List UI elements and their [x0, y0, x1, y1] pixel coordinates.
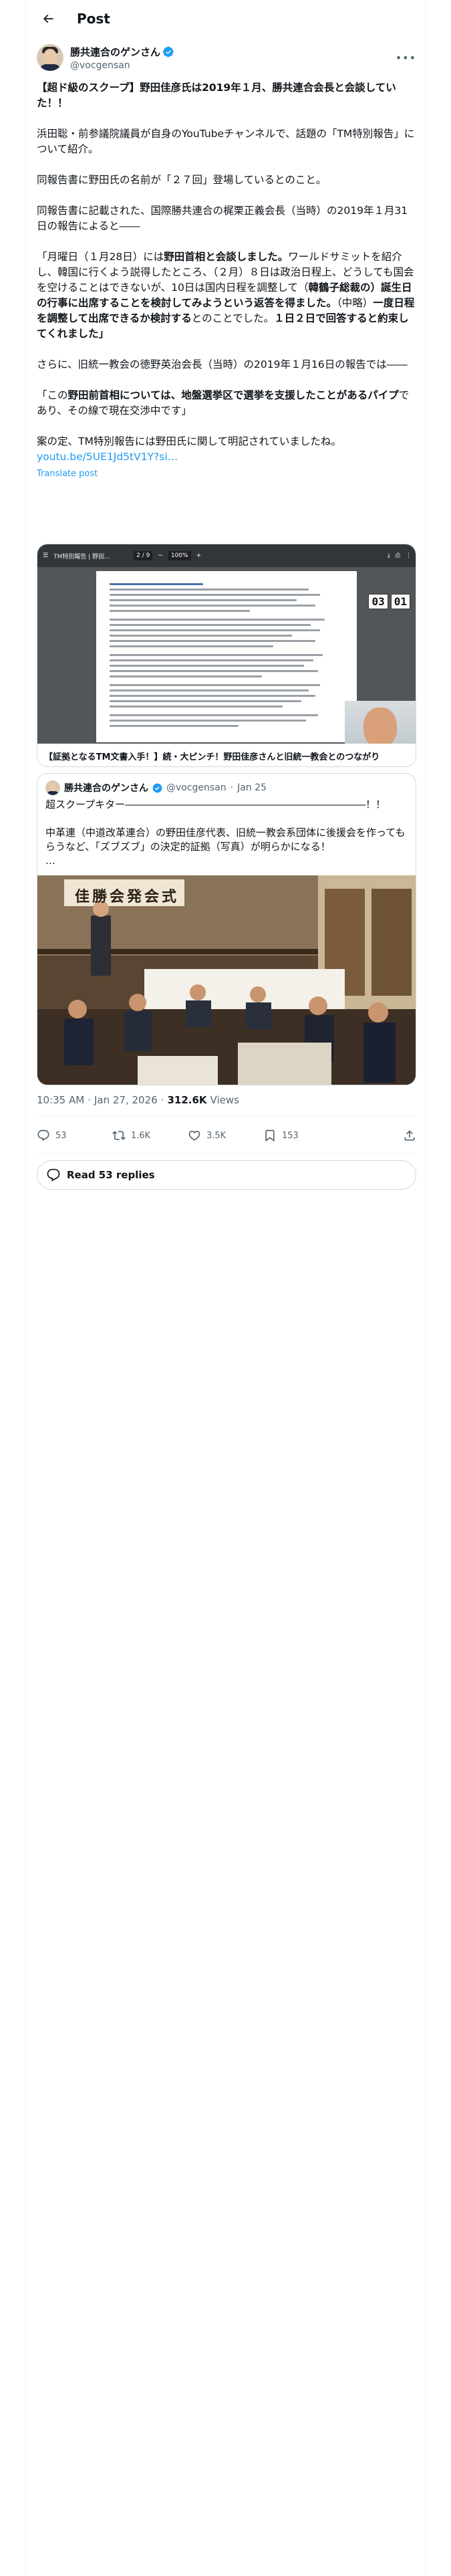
zoom-in-icon: +	[196, 552, 202, 559]
post-paragraph: 同報告書に記載された、国際勝共連合の梶栗正義会長（当時）の2019年１月31日の…	[37, 205, 408, 232]
post-paragraph: 浜田聡・前参議院議員が自身のYouTubeチャンネルで、話題の「TM特別報告」に…	[37, 128, 415, 155]
verified-badge-icon	[163, 46, 174, 57]
share-button[interactable]	[403, 1129, 416, 1142]
zoom-level: 100%	[168, 551, 191, 560]
speech-bubble-icon	[47, 1168, 60, 1182]
quoted-avatar	[45, 780, 60, 795]
like-count: 3.5K	[206, 1130, 227, 1141]
repost-icon	[112, 1131, 126, 1140]
empty-area	[26, 1202, 427, 2576]
back-arrow-icon	[43, 14, 53, 23]
bookmark-count: 153	[282, 1130, 299, 1141]
view-count: 312.6K	[167, 1094, 207, 1106]
quoted-post[interactable]: 勝共連合のゲンさん @vocgensan · Jan 25 超スクープキター――…	[37, 773, 416, 1085]
pdf-document-page	[96, 571, 357, 742]
more-icon: •••	[395, 51, 416, 64]
author-handle[interactable]: @vocgensan	[70, 60, 174, 71]
read-replies-label: Read 53 replies	[67, 1169, 155, 1181]
media-caption: 【証拠となるTM文書入手！】続・大ピンチ！野田佳彦さんと旧統一教会とのつながり	[37, 744, 416, 766]
pdf-toolbar: ☰ TM特別報告 | 野田... 2 / 9 − 100% + ⤓ ⎙ ⋮	[37, 544, 416, 567]
quoted-author-name: 勝共連合のゲンさん	[64, 783, 148, 794]
repost-count: 1.6K	[131, 1130, 151, 1141]
heart-icon	[188, 1130, 200, 1141]
print-icon: ⎙	[395, 552, 400, 559]
link-media-card[interactable]: ☰ TM特別報告 | 野田... 2 / 9 − 100% + ⤓ ⎙ ⋮ 03…	[37, 544, 416, 767]
quoted-photo: 佳勝会発会式	[37, 875, 416, 1085]
bookmark-icon	[265, 1130, 275, 1142]
top-bar: Post	[26, 0, 427, 37]
pdf-title: TM特別報告 | 野田...	[53, 553, 110, 560]
post-author: 勝共連合のゲンさん @vocgensan •••	[37, 43, 416, 72]
reply-icon	[37, 1130, 49, 1142]
avatar[interactable]	[37, 44, 63, 71]
back-button[interactable]	[37, 7, 59, 30]
post-quote-paragraph: 「この野田前首相については、地盤選挙区で選挙を支援したことがあるパイプであり、そ…	[37, 389, 410, 417]
page-indicator: 2 / 9	[134, 551, 153, 560]
download-icon: ⤓	[387, 552, 390, 559]
post-timestamp: 10:35 AM · Jan 27, 2026 · 312.6K Views	[37, 1094, 239, 1106]
views-label: Views	[210, 1094, 239, 1106]
author-name[interactable]: 勝共連合のゲンさん	[70, 45, 160, 59]
more-button[interactable]: •••	[396, 51, 416, 64]
menu-icon: ☰	[43, 552, 49, 559]
reply-count: 53	[55, 1130, 67, 1141]
quoted-text: 超スクープキター――――――――――――――――――――――――！！ 中革連（中…	[45, 798, 406, 867]
post-text: 【超ド級のスクープ】野田佳彦氏は2019年１月、勝共連合会長と会談していた！！ …	[37, 80, 416, 481]
repost-button[interactable]: 1.6K	[112, 1129, 188, 1142]
post-headline: 【超ド級のスクープ】野田佳彦氏は2019年１月、勝共連合会長と会談していた！！	[37, 82, 396, 109]
quoted-handle: @vocgensan	[166, 782, 227, 793]
action-bar: 53 1.6K 3.5K 153	[37, 1123, 416, 1148]
youtube-link[interactable]: youtu.be/5UE1Jd5tV1Y?si…	[37, 451, 178, 463]
divider	[37, 1116, 416, 1117]
zoom-out-icon: −	[158, 552, 163, 559]
post-paragraph: さらに、旧統一教会の徳野英治会長（当時）の2019年１月16日の報告では――	[37, 358, 408, 370]
translate-post-link[interactable]: Translate post	[37, 466, 416, 481]
like-button[interactable]: 3.5K	[188, 1129, 263, 1142]
share-icon	[404, 1130, 415, 1141]
more-vert-icon: ⋮	[406, 552, 412, 559]
photo-banner: 佳勝会発会式	[75, 888, 180, 905]
quoted-author: 勝共連合のゲンさん @vocgensan · Jan 25	[45, 780, 267, 795]
read-replies-button[interactable]: Read 53 replies	[37, 1160, 416, 1190]
pdf-viewer: 03 01	[37, 567, 416, 766]
reply-button[interactable]: 53	[37, 1129, 112, 1142]
quoted-date: Jan 25	[237, 782, 267, 793]
post-page: Post 勝共連合のゲンさん @vocgensan ••• 【超ド級のスクープ】…	[25, 0, 426, 2576]
divider	[37, 1153, 416, 1154]
post-paragraph: 同報告書に野田氏の名前が「２７回」登場しているとのこと。	[37, 174, 327, 186]
bookmark-button[interactable]: 153	[263, 1129, 339, 1142]
verified-badge-icon	[152, 783, 162, 792]
countdown-timer: 03 01	[368, 594, 410, 609]
page-title: Post	[77, 11, 110, 27]
post-paragraph: 案の定、TM特別報告には野田氏に関して明記されていましたね。	[37, 435, 341, 447]
post-quote-paragraph: 「月曜日（１月28日）には野田首相と会談しました。ワールドサミットを紹介し、韓国…	[37, 251, 415, 340]
